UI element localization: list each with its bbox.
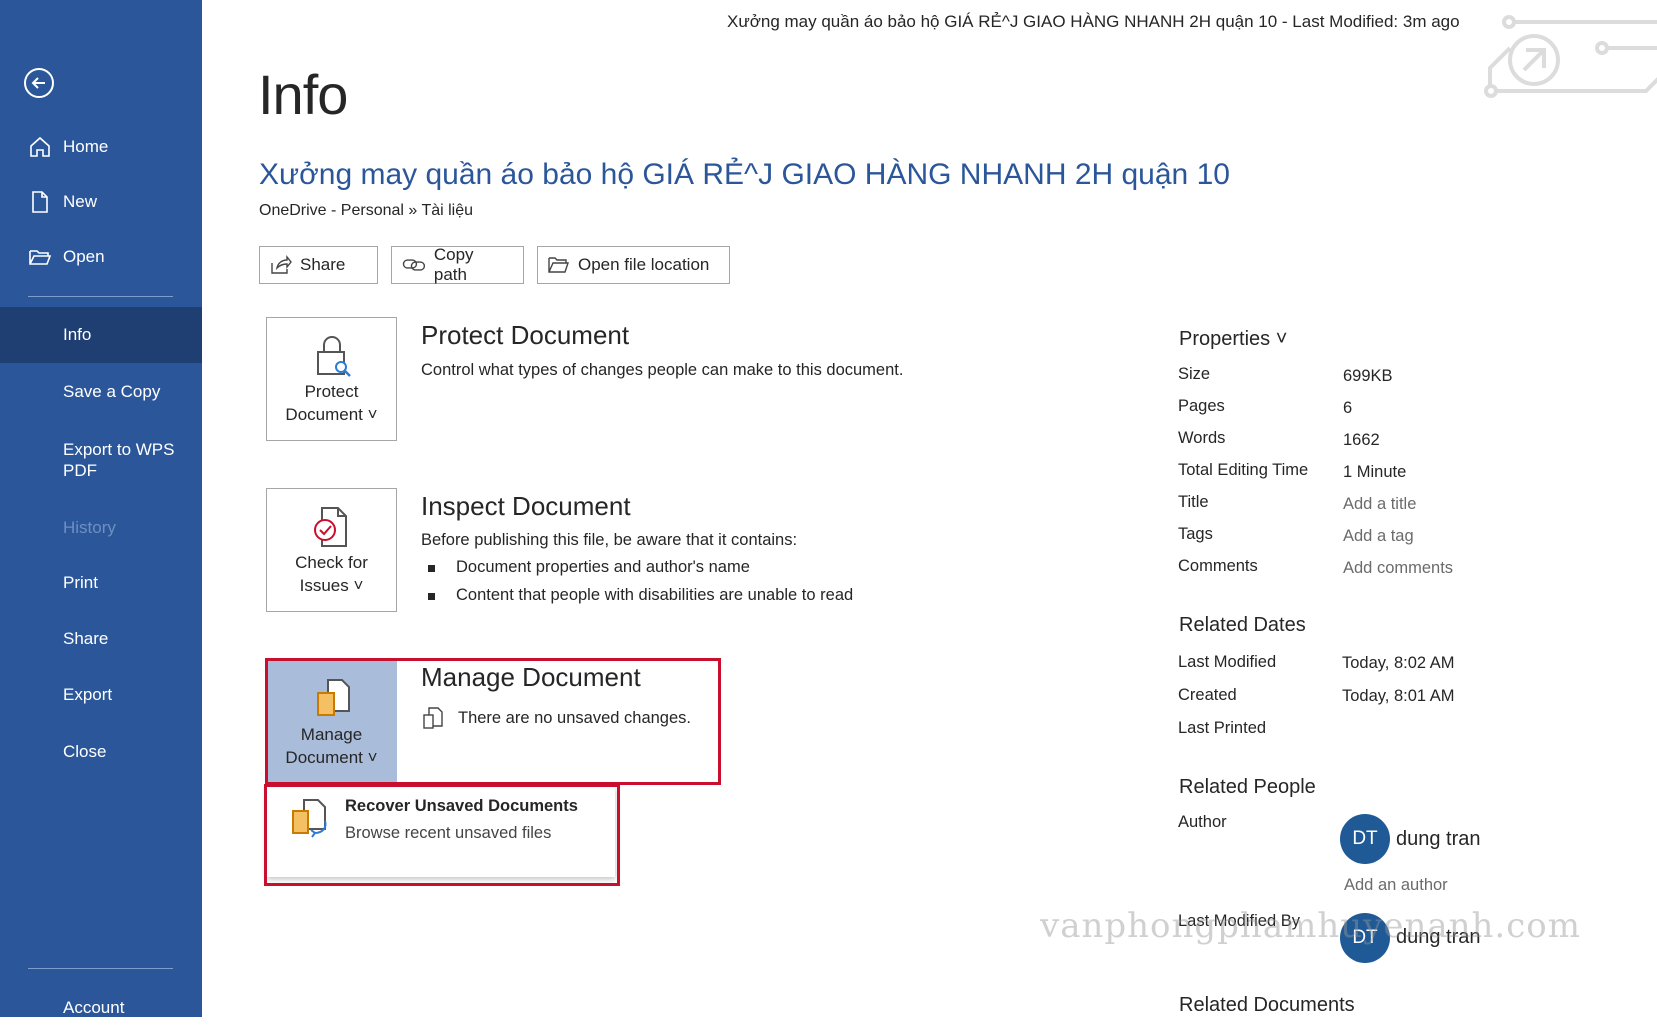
folder-open-icon xyxy=(29,250,52,265)
sidebar-item-label: History xyxy=(63,518,116,537)
inspect-button-label-line2: Issues ˅ xyxy=(299,576,364,595)
page-title: Info xyxy=(258,63,348,126)
folder-open-icon xyxy=(548,257,569,273)
add-author-input[interactable]: Add an author xyxy=(1344,876,1448,895)
property-key: Comments xyxy=(1178,557,1258,575)
share-button-label: Share xyxy=(300,255,346,274)
inspect-document-heading: Inspect Document xyxy=(421,491,631,521)
sidebar-item-home[interactable]: Home xyxy=(0,121,202,173)
back-arrow-icon[interactable] xyxy=(24,68,54,98)
sidebar-item-history: History xyxy=(0,502,202,554)
sidebar-item-export-to-wps-pdf[interactable]: Export to WPS PDF xyxy=(0,432,202,488)
share-button[interactable]: Share xyxy=(259,246,378,284)
property-value: 1 Minute xyxy=(1343,463,1407,481)
sidebar-item-close[interactable]: Close xyxy=(0,726,202,778)
protect-document-description: Control what types of changes people can… xyxy=(421,361,904,379)
sidebar-item-label: Save a Copy xyxy=(63,382,161,401)
property-value: 6 xyxy=(1343,399,1353,417)
related-dates-heading: Related Dates xyxy=(1179,614,1306,636)
tags-input[interactable]: Add a tag xyxy=(1343,527,1414,546)
lock-key-icon xyxy=(316,336,351,377)
sidebar-item-label: Open xyxy=(63,247,105,266)
sidebar-item-open[interactable]: Open xyxy=(0,231,202,283)
breadcrumb: OneDrive - Personal » Tài liệu xyxy=(259,202,474,219)
check-for-issues-button[interactable]: Check for Issues ˅ xyxy=(266,488,397,612)
property-key: Pages xyxy=(1178,397,1225,415)
sidebar-item-print[interactable]: Print xyxy=(0,557,202,609)
property-key: Words xyxy=(1178,429,1226,447)
copy-path-button[interactable]: Copy path xyxy=(391,245,524,284)
protect-button-label-line2: Document ˅ xyxy=(285,405,378,424)
open-file-location-button-label: Open file location xyxy=(578,255,710,274)
property-value: 1662 xyxy=(1343,431,1380,449)
home-icon xyxy=(30,136,50,157)
inspect-button-label-line1: Check for xyxy=(295,553,368,572)
protect-document-heading: Protect Document xyxy=(421,320,630,350)
sidebar-item-label: Export xyxy=(63,685,113,704)
sidebar-item-label: Home xyxy=(63,137,109,156)
inspect-bullet: Document properties and author's name xyxy=(428,558,750,577)
property-key: Last Printed xyxy=(1178,719,1267,737)
link-icon xyxy=(402,259,426,271)
property-key: Last Modified xyxy=(1178,653,1277,671)
sidebar-item-label: Account xyxy=(63,998,125,1017)
avatar[interactable]: DT xyxy=(1340,814,1390,864)
circuit-decoration-icon xyxy=(1484,15,1657,98)
window-title: Xưởng may quần áo bảo hộ GIÁ RẺ^J GIAO H… xyxy=(727,12,1460,31)
protect-button-label-line1: Protect xyxy=(304,382,359,401)
open-file-location-button[interactable]: Open file location xyxy=(537,246,730,284)
author-name[interactable]: dung tran xyxy=(1396,828,1481,851)
comments-input[interactable]: Add comments xyxy=(1343,559,1453,578)
highlight-box xyxy=(265,658,721,785)
related-people-heading: Related People xyxy=(1179,776,1316,798)
sidebar-item-share[interactable]: Share xyxy=(0,613,202,665)
sidebar-divider xyxy=(28,968,173,969)
property-key: Author xyxy=(1178,813,1227,831)
property-key: Total Editing Time xyxy=(1178,461,1309,479)
sidebar-item-label: Export to WPS PDF xyxy=(63,440,175,480)
sidebar-divider xyxy=(28,296,173,297)
sidebar-item-account[interactable]: Account xyxy=(0,982,202,1034)
sidebar-item-new[interactable]: New xyxy=(0,176,202,228)
inspect-document-icon xyxy=(313,507,347,547)
sidebar-item-label: Info xyxy=(63,325,92,344)
new-document-icon xyxy=(32,191,48,213)
document-title: Xưởng may quần áo bảo hộ GIÁ RẺ^J GIAO H… xyxy=(259,158,1230,191)
backstage-sidebar: Home New Open Info Save a Copy Export to… xyxy=(0,0,202,1017)
sidebar-item-label: Print xyxy=(63,573,98,592)
watermark: vanphongphamhuyenanh.com xyxy=(1040,906,1581,946)
copy-path-button-label: Copy path xyxy=(433,245,474,284)
protect-document-button[interactable]: Protect Document ˅ xyxy=(266,317,397,441)
property-value: Today, 8:01 AM xyxy=(1342,687,1455,705)
property-key: Title xyxy=(1178,493,1209,511)
property-key: Created xyxy=(1178,686,1237,704)
sidebar-item-info[interactable]: Info xyxy=(0,307,202,363)
property-value: Today, 8:02 AM xyxy=(1342,654,1455,672)
property-key: Tags xyxy=(1178,525,1213,543)
sidebar-item-export[interactable]: Export xyxy=(0,669,202,721)
highlight-box xyxy=(264,784,620,886)
sidebar-item-label: New xyxy=(63,192,98,211)
inspect-document-description: Before publishing this file, be aware th… xyxy=(421,531,798,549)
sidebar-item-label: Share xyxy=(63,629,109,648)
sidebar-item-label: Close xyxy=(63,742,107,761)
inspect-bullet: Content that people with disabilities ar… xyxy=(428,586,853,605)
title-input[interactable]: Add a title xyxy=(1343,495,1416,514)
property-key: Size xyxy=(1178,365,1211,383)
properties-dropdown[interactable]: Properties ˅ xyxy=(1179,328,1287,351)
related-documents-heading: Related Documents xyxy=(1179,994,1355,1016)
share-icon xyxy=(271,255,292,274)
sidebar-item-save-a-copy[interactable]: Save a Copy xyxy=(0,366,202,418)
property-value: 699KB xyxy=(1343,367,1393,385)
